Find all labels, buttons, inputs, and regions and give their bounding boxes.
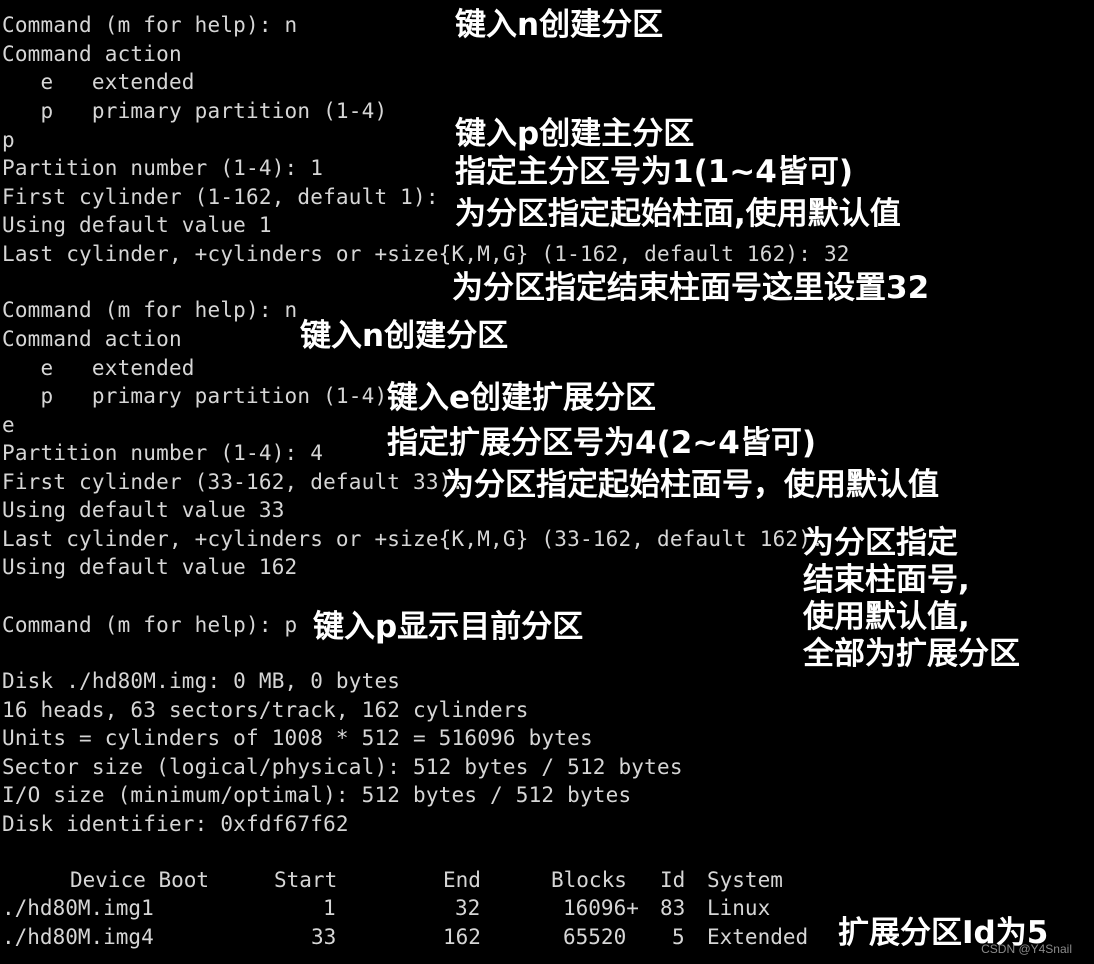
annotation-text: 全部为扩展分区	[803, 636, 1020, 672]
annotation-text: 结束柱面号,	[803, 562, 970, 598]
table-cell-end: 32	[455, 896, 481, 920]
terminal-line: e	[2, 413, 15, 437]
table-cell-blocks: 16096+	[563, 896, 639, 920]
annotation-text: 为分区指定	[803, 525, 958, 561]
watermark: CSDN @Y4Snail	[981, 942, 1072, 956]
terminal-line: Using default value 162	[2, 555, 298, 579]
annotation-text: 为分区指定结束柱面号这里设置32	[452, 270, 930, 306]
annotation-text: 键入p显示目前分区	[313, 609, 584, 645]
table-cell-start: 33	[311, 925, 337, 949]
terminal-line: First cylinder (33-162, default 33):	[2, 470, 465, 494]
terminal-line: Command (m for help): p	[2, 613, 298, 637]
terminal-line: p primary partition (1-4)	[2, 384, 388, 408]
terminal-line: Last cylinder, +cylinders or +size{K,M,G…	[2, 527, 824, 551]
annotation-text: 使用默认值,	[803, 599, 970, 635]
table-cell-id: 5	[672, 925, 685, 949]
terminal-line: Units = cylinders of 1008 * 512 = 516096…	[2, 726, 593, 750]
table-header-id: Id	[660, 868, 686, 892]
terminal-line: Disk identifier: 0xfdf67f62	[2, 812, 349, 836]
annotation-text: 指定扩展分区号为4(2~4皆可)	[387, 425, 817, 461]
table-header-system: System	[707, 868, 783, 892]
table-header-device-boot: Device Boot	[70, 868, 210, 892]
terminal-line: 16 heads, 63 sectors/track, 162 cylinder…	[2, 698, 529, 722]
table-cell-id: 83	[660, 896, 686, 920]
terminal-line: Command (m for help): n	[2, 298, 298, 322]
annotation-text: 键入n创建分区	[455, 7, 664, 43]
table-cell-system: Linux	[707, 896, 771, 920]
table-cell-blocks: 65520	[563, 925, 627, 949]
terminal-line: Partition number (1-4): 1	[2, 156, 324, 180]
terminal-line: I/O size (minimum/optimal): 512 bytes / …	[2, 783, 632, 807]
table-cell-end: 162	[443, 925, 481, 949]
terminal-line: e extended	[2, 356, 195, 380]
terminal-line: Sector size (logical/physical): 512 byte…	[2, 755, 683, 779]
table-cell-start: 1	[323, 896, 336, 920]
annotation-text: 为分区指定起始柱面号，使用默认值	[443, 467, 939, 503]
table-cell-device: ./hd80M.img4	[2, 925, 154, 949]
terminal-line: Last cylinder, +cylinders or +size{K,M,G…	[2, 242, 850, 266]
terminal-line: Command (m for help): n	[2, 13, 298, 37]
terminal-line: e extended	[2, 70, 195, 94]
terminal-line: p	[2, 128, 15, 152]
table-cell-device: ./hd80M.img1	[2, 896, 154, 920]
annotation-text: 键入e创建扩展分区	[387, 380, 657, 416]
terminal-line: Command action	[2, 42, 182, 66]
terminal-line: First cylinder (1-162, default 1):	[2, 185, 439, 209]
annotation-text: 键入n创建分区	[300, 318, 509, 354]
table-header-end: End	[443, 868, 481, 892]
table-header-blocks: Blocks	[551, 868, 627, 892]
terminal-line: p primary partition (1-4)	[2, 99, 388, 123]
terminal-line: Command action	[2, 327, 182, 351]
terminal-window: Command (m for help): n Command action e…	[0, 0, 1094, 964]
annotation-text: 为分区指定起始柱面,使用默认值	[455, 196, 901, 232]
terminal-line: Using default value 33	[2, 498, 285, 522]
terminal-line: Partition number (1-4): 4	[2, 441, 324, 465]
terminal-line: Disk ./hd80M.img: 0 MB, 0 bytes	[2, 669, 401, 693]
table-header-start: Start	[274, 868, 338, 892]
table-cell-system: Extended	[707, 925, 809, 949]
annotation-text: 键入p创建主分区	[455, 116, 695, 152]
terminal-line: Using default value 1	[2, 213, 272, 237]
annotation-text: 指定主分区号为1(1~4皆可)	[455, 154, 854, 190]
